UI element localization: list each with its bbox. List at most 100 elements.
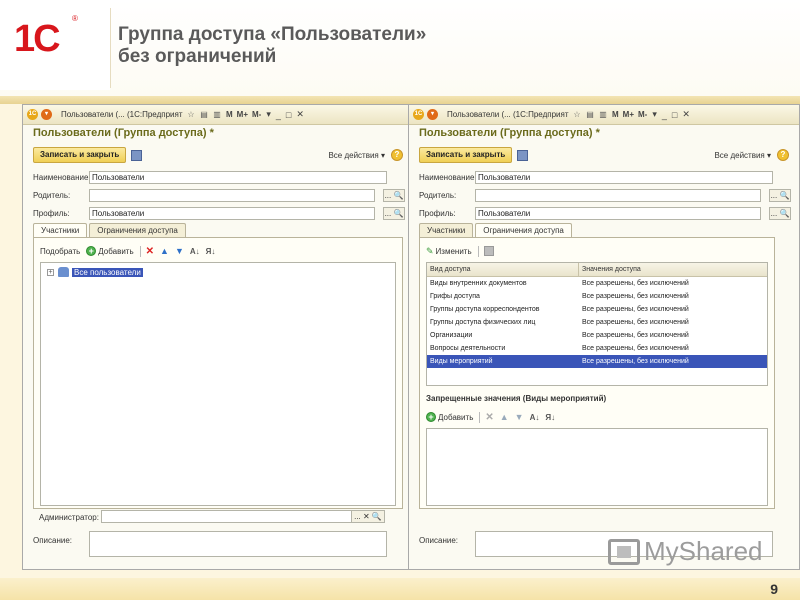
minimize-icon[interactable]: _: [662, 110, 667, 120]
cell-value: Все разрешены, без исключений: [582, 306, 689, 313]
profile-field[interactable]: Пользователи: [475, 207, 761, 220]
delete-icon[interactable]: ✕: [485, 412, 493, 423]
sort-asc-icon[interactable]: A↓: [530, 413, 540, 422]
minimize-icon[interactable]: _: [276, 110, 281, 120]
column-header-values[interactable]: Значения доступа: [579, 263, 767, 276]
tree-row[interactable]: + Все пользователи: [47, 266, 143, 278]
restrictions-toolbar: ✎ Изменить: [426, 244, 494, 258]
users-group-icon: [58, 267, 69, 277]
memory-m-button[interactable]: M: [612, 110, 619, 119]
save-disk-icon[interactable]: [517, 150, 528, 161]
move-up-icon[interactable]: ▲: [500, 412, 509, 422]
help-icon[interactable]: ?: [391, 149, 403, 161]
close-icon[interactable]: ✕: [296, 109, 304, 120]
footer-bar: 9: [0, 578, 800, 600]
parent-select-buttons[interactable]: ... 🔍: [383, 189, 405, 202]
slide-header: 1С ® Группа доступа «Пользователи» без о…: [0, 0, 800, 100]
name-label: Наименование:: [419, 173, 477, 182]
tab-access-restrictions[interactable]: Ограничения доступа: [89, 223, 186, 237]
delete-icon[interactable]: ✕: [146, 246, 154, 257]
maximize-icon[interactable]: □: [672, 110, 677, 120]
1c-logo: 1С: [14, 18, 61, 60]
favorites-icon[interactable]: ☆: [186, 109, 196, 120]
cell-kind: Грифы доступа: [430, 293, 480, 300]
description-label: Описание:: [419, 536, 459, 545]
move-up-icon[interactable]: ▲: [160, 246, 169, 256]
slide-title-line1: Группа доступа «Пользователи»: [118, 24, 427, 45]
calc-icon[interactable]: ▥: [598, 109, 608, 120]
window-titlebar: 1С ▾ Пользователи (... (1С:Предприятие) …: [409, 105, 799, 125]
window-menu-icon[interactable]: ▾: [652, 109, 657, 120]
table-row[interactable]: Группы доступа корреспондентов Все разре…: [427, 303, 767, 316]
tab-bar: Участники Ограничения доступа: [419, 223, 574, 238]
help-icon[interactable]: ?: [777, 149, 789, 161]
forbidden-values-toolbar: + Добавить ✕ ▲ ▼ A↓ Я↓: [426, 410, 561, 424]
all-actions-menu[interactable]: Все действия ▾: [714, 151, 771, 160]
administrator-label: Администратор:: [39, 513, 99, 522]
move-down-icon[interactable]: ▼: [175, 246, 184, 256]
administrator-select-buttons[interactable]: ... ✕ 🔍: [351, 510, 385, 523]
table-row-selected[interactable]: Виды мероприятий Все разрешены, без искл…: [427, 355, 767, 368]
memory-minus-button[interactable]: M-: [638, 110, 647, 119]
tab-participants[interactable]: Участники: [33, 223, 88, 238]
calc-icon[interactable]: ▥: [212, 109, 222, 120]
window-menu-icon[interactable]: ▾: [266, 109, 271, 120]
save-and-close-button[interactable]: Записать и закрыть: [419, 147, 513, 163]
profile-select-buttons[interactable]: ... 🔍: [769, 207, 791, 220]
parent-field[interactable]: [89, 189, 375, 202]
table-row[interactable]: Организации Все разрешены, без исключени…: [427, 329, 767, 342]
maximize-icon[interactable]: □: [286, 110, 291, 120]
tab-participants[interactable]: Участники: [419, 223, 474, 237]
print-icon[interactable]: ▤: [585, 109, 595, 120]
sort-desc-icon[interactable]: Я↓: [545, 413, 555, 422]
profile-label: Профиль:: [33, 209, 70, 218]
edit-button[interactable]: ✎ Изменить: [426, 246, 472, 257]
sort-desc-icon[interactable]: Я↓: [206, 247, 216, 256]
memory-plus-button[interactable]: M+: [623, 110, 634, 119]
name-field[interactable]: Пользователи: [89, 171, 387, 184]
window-left-participants: 1С ▾ Пользователи (... (1С:Предприятие) …: [22, 104, 414, 570]
save-and-close-button[interactable]: Записать и закрыть: [33, 147, 127, 163]
expand-icon[interactable]: +: [47, 268, 54, 276]
table-row[interactable]: Группы доступа физических лиц Все разреш…: [427, 316, 767, 329]
parent-select-buttons[interactable]: ... 🔍: [769, 189, 791, 202]
table-row[interactable]: Вопросы деятельности Все разрешены, без …: [427, 342, 767, 355]
access-kinds-table[interactable]: Вид доступа Значения доступа Виды внутре…: [426, 262, 768, 386]
tab-access-restrictions[interactable]: Ограничения доступа: [475, 223, 572, 238]
memory-m-button[interactable]: M: [226, 110, 233, 119]
favorites-icon[interactable]: ☆: [572, 109, 582, 120]
parent-label: Родитель:: [33, 191, 71, 200]
cell-kind: Вопросы деятельности: [430, 345, 506, 352]
save-disk-icon[interactable]: [131, 150, 142, 161]
close-icon[interactable]: ✕: [682, 109, 690, 120]
app-1c-icon[interactable]: 1С: [27, 109, 38, 120]
move-down-icon[interactable]: ▼: [515, 412, 524, 422]
memory-minus-button[interactable]: M-: [252, 110, 261, 119]
column-header-kind[interactable]: Вид доступа: [427, 263, 579, 276]
table-row[interactable]: Виды внутренних документов Все разрешены…: [427, 277, 767, 290]
profile-field[interactable]: Пользователи: [89, 207, 375, 220]
add-button[interactable]: + Добавить: [426, 412, 473, 422]
all-actions-menu[interactable]: Все действия ▾: [328, 151, 385, 160]
app-1c-icon[interactable]: 1С: [413, 109, 424, 120]
window-title: Пользователи (... (1С:Предприятие): [61, 110, 183, 119]
cell-value: Все разрешены, без исключений: [582, 280, 689, 287]
cell-value: Все разрешены, без исключений: [582, 319, 689, 326]
parent-field[interactable]: [475, 189, 761, 202]
description-field[interactable]: [89, 531, 387, 557]
profile-select-buttons[interactable]: ... 🔍: [383, 207, 405, 220]
table-row[interactable]: Грифы доступа Все разрешены, без исключе…: [427, 290, 767, 303]
participants-tree[interactable]: + Все пользователи: [40, 262, 396, 506]
name-field[interactable]: Пользователи: [475, 171, 773, 184]
forbidden-values-list[interactable]: [426, 428, 768, 506]
add-button[interactable]: + Добавить: [86, 246, 134, 256]
sort-asc-icon[interactable]: A↓: [190, 247, 200, 256]
menu-dropdown-icon[interactable]: ▾: [41, 109, 52, 120]
cell-kind: Организации: [430, 332, 473, 339]
pick-button[interactable]: Подобрать: [40, 247, 80, 256]
memory-plus-button[interactable]: M+: [237, 110, 248, 119]
administrator-field[interactable]: [101, 510, 371, 523]
print-icon[interactable]: ▤: [199, 109, 209, 120]
menu-dropdown-icon[interactable]: ▾: [427, 109, 438, 120]
toolbar-separator: [139, 245, 141, 257]
